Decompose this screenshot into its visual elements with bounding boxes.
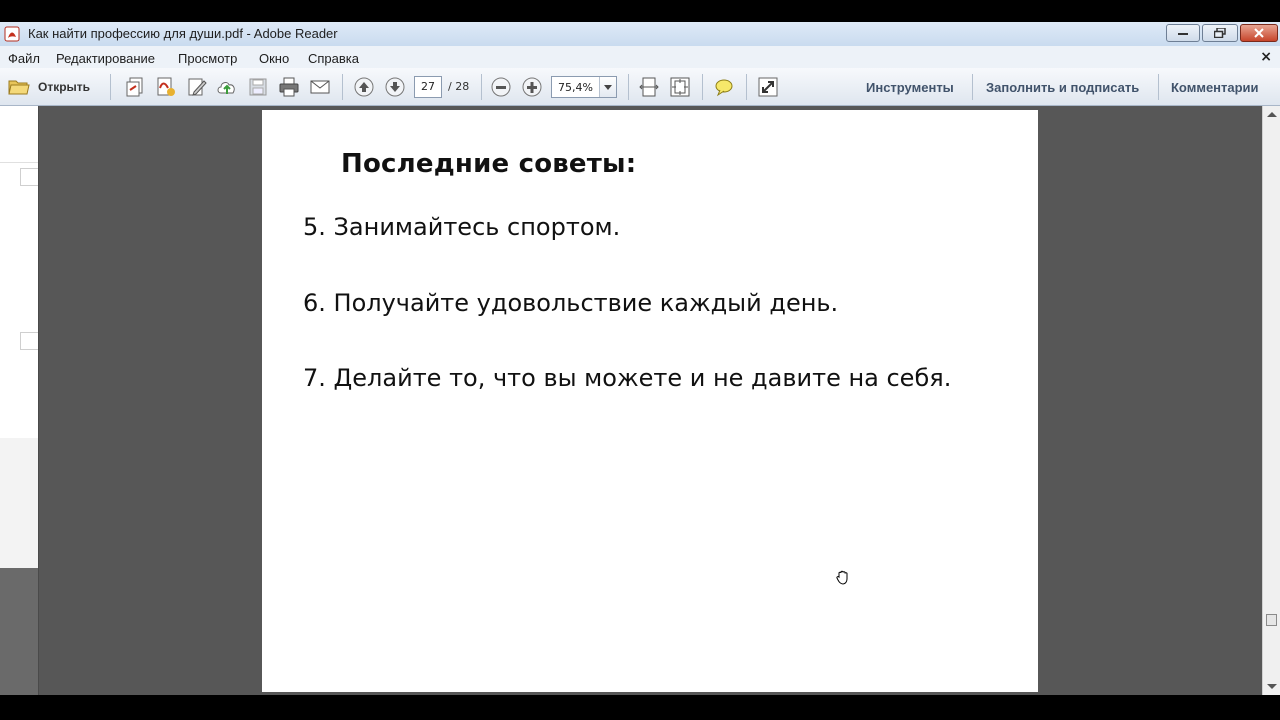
list-item: 7. Делайте то, что вы можете и не давите… xyxy=(303,364,952,392)
zoom-out-button[interactable] xyxy=(490,76,512,98)
page-total: / 28 xyxy=(448,80,470,93)
comment-button[interactable] xyxy=(713,76,735,98)
comments-panel-button[interactable]: Комментарии xyxy=(1171,80,1259,95)
vertical-scrollbar[interactable] xyxy=(1262,106,1280,695)
main-toolbar: Открыть 27 / 28 75,4% Инструменты Заполн… xyxy=(0,68,1280,106)
menu-view[interactable]: Просмотр xyxy=(178,51,237,66)
zoom-value: 75,4% xyxy=(558,81,593,94)
panel-divider xyxy=(0,162,38,163)
page-thumbnail-button[interactable] xyxy=(20,168,38,186)
arrow-up-icon xyxy=(354,77,374,97)
cloud-upload-icon xyxy=(217,82,235,94)
full-screen-button[interactable] xyxy=(757,76,779,98)
page-heading: Последние советы: xyxy=(341,149,637,179)
chevron-down-icon xyxy=(604,85,612,90)
toolbar-separator xyxy=(972,74,973,100)
minus-icon xyxy=(491,77,511,97)
menu-help[interactable]: Справка xyxy=(308,51,359,66)
toolbar-separator xyxy=(746,74,747,100)
open-label: Открыть xyxy=(38,80,91,94)
toolbar-separator xyxy=(342,74,343,100)
fit-page-width-icon xyxy=(639,77,659,97)
save-icon xyxy=(249,78,267,96)
open-button[interactable]: Открыть xyxy=(8,76,90,98)
print-button[interactable] xyxy=(278,76,300,98)
fit-page-button[interactable] xyxy=(669,76,691,98)
fill-and-sign-button[interactable]: Заполнить и подписать xyxy=(986,80,1139,95)
toolbar-separator xyxy=(702,74,703,100)
title-bar: Как найти профессию для души.pdf - Adobe… xyxy=(0,22,1280,46)
arrow-down-icon xyxy=(385,77,405,97)
navigation-panel xyxy=(0,106,39,695)
hand-cursor-icon xyxy=(836,570,848,585)
toolbar-separator xyxy=(1158,74,1159,100)
menu-bar: Файл Редактирование Просмотр Окно Справк… xyxy=(0,46,1280,68)
email-button[interactable] xyxy=(309,76,331,98)
tools-panel-button[interactable]: Инструменты xyxy=(866,80,954,95)
panel-lower-section xyxy=(0,438,38,568)
minimize-button[interactable] xyxy=(1166,24,1200,42)
toolbar-separator xyxy=(481,74,482,100)
scroll-thumb[interactable] xyxy=(1266,614,1277,626)
speech-bubble-icon xyxy=(715,79,733,97)
document-viewer[interactable]: Последние советы: 5. Занимайтесь спортом… xyxy=(0,106,1280,695)
restore-icon xyxy=(1214,28,1226,38)
plus-icon xyxy=(522,77,542,97)
upload-cloud-button[interactable] xyxy=(216,76,238,98)
expand-icon xyxy=(758,77,778,97)
adobe-reader-icon[interactable] xyxy=(4,26,20,42)
folder-icon xyxy=(8,80,30,95)
zoom-dropdown-button[interactable] xyxy=(599,77,616,97)
edit-pencil-icon xyxy=(188,78,207,96)
save-button[interactable] xyxy=(247,76,269,98)
zoom-select[interactable]: 75,4% xyxy=(551,76,617,98)
restore-button[interactable] xyxy=(1202,24,1238,42)
edit-pdf-button[interactable] xyxy=(186,76,208,98)
printer-icon xyxy=(279,77,299,97)
next-page-button[interactable] xyxy=(384,76,406,98)
page-number-input[interactable]: 27 xyxy=(414,76,442,98)
close-document-button[interactable]: × xyxy=(1260,49,1272,65)
fit-width-button[interactable] xyxy=(638,76,660,98)
export-pdf-button[interactable] xyxy=(155,76,177,98)
previous-page-button[interactable] xyxy=(353,76,375,98)
create-pdf-icon xyxy=(126,77,143,97)
toolbar-separator xyxy=(628,74,629,100)
minimize-icon xyxy=(1178,33,1188,35)
zoom-in-button[interactable] xyxy=(521,76,543,98)
list-item: 6. Получайте удовольствие каждый день. xyxy=(303,289,839,317)
adobe-reader-window: Как найти профессию для души.pdf - Adobe… xyxy=(0,22,1280,695)
pdf-page[interactable]: Последние советы: 5. Занимайтесь спортом… xyxy=(262,110,1038,692)
attachments-button[interactable] xyxy=(20,332,38,350)
scroll-down-arrow[interactable] xyxy=(1267,684,1277,689)
envelope-icon xyxy=(310,80,330,94)
export-pdf-icon xyxy=(157,77,175,96)
menu-edit[interactable]: Редактирование xyxy=(56,51,155,66)
create-pdf-button[interactable] xyxy=(124,76,146,98)
menu-file[interactable]: Файл xyxy=(8,51,40,66)
menu-window[interactable]: Окно xyxy=(259,51,289,66)
scroll-up-arrow[interactable] xyxy=(1267,112,1277,117)
fit-page-icon xyxy=(670,77,690,97)
toolbar-separator xyxy=(110,74,111,100)
list-item: 5. Занимайтесь спортом. xyxy=(303,213,621,241)
close-icon xyxy=(1254,28,1264,38)
window-title: Как найти профессию для души.pdf - Adobe… xyxy=(28,26,338,41)
close-window-button[interactable] xyxy=(1240,24,1278,42)
